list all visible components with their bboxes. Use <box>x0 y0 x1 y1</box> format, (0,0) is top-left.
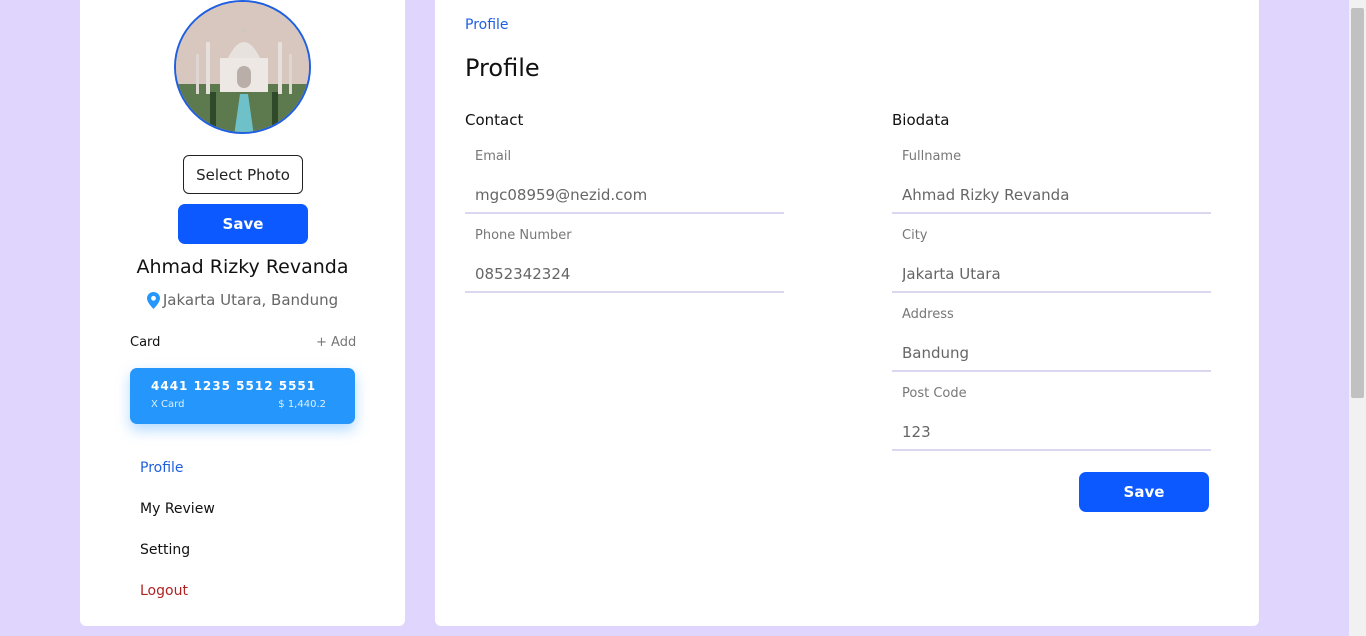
profile-main: Profile Profile Contact Email Phone Numb… <box>435 0 1259 626</box>
fullname-field[interactable] <box>892 178 1211 214</box>
profile-avatar <box>174 0 311 134</box>
contact-section-title: Contact <box>465 111 524 129</box>
scrollbar-thumb[interactable] <box>1351 8 1364 398</box>
phone-label: Phone Number <box>475 228 572 243</box>
breadcrumb[interactable]: Profile <box>465 17 509 33</box>
sidebar-item-setting[interactable]: Setting <box>140 542 190 558</box>
user-location-text: Jakarta Utara, Bandung <box>162 291 339 309</box>
city-label: City <box>902 228 928 243</box>
save-photo-button[interactable]: Save <box>178 204 308 244</box>
postcode-label: Post Code <box>902 386 967 401</box>
user-name: Ahmad Rizky Revanda <box>136 256 349 278</box>
page-title: Profile <box>465 54 540 82</box>
city-field[interactable] <box>892 257 1211 293</box>
sidebar-item-my-review[interactable]: My Review <box>140 501 215 517</box>
profile-sidebar: Select Photo Save Ahmad Rizky Revanda Ja… <box>80 0 405 626</box>
sidebar-item-logout[interactable]: Logout <box>140 583 188 599</box>
email-field[interactable] <box>465 178 784 214</box>
postcode-field[interactable] <box>892 415 1211 451</box>
fullname-label: Fullname <box>902 149 962 164</box>
phone-field[interactable] <box>465 257 784 293</box>
card-type: X Card <box>151 399 185 410</box>
user-location: Jakarta Utara, Bandung <box>80 291 405 309</box>
card-balance: $ 1,440.2 <box>278 399 326 410</box>
payment-card[interactable]: 4441 1235 5512 5551 X Card $ 1,440.2 <box>130 368 355 424</box>
address-field[interactable] <box>892 336 1211 372</box>
page: Select Photo Save Ahmad Rizky Revanda Ja… <box>0 0 1366 636</box>
save-profile-button[interactable]: Save <box>1079 472 1209 512</box>
select-photo-button[interactable]: Select Photo <box>183 155 303 194</box>
location-pin-icon <box>146 291 160 309</box>
page-scrollbar[interactable] <box>1349 0 1366 636</box>
avatar-photo-illustration <box>176 2 309 132</box>
sidebar-item-profile[interactable]: Profile <box>140 460 184 476</box>
address-label: Address <box>902 307 954 322</box>
email-label: Email <box>475 149 512 164</box>
biodata-section-title: Biodata <box>892 111 950 129</box>
add-card-button[interactable]: + Add <box>316 335 356 350</box>
card-section-label: Card <box>130 335 161 350</box>
card-number: 4441 1235 5512 5551 <box>151 379 317 393</box>
